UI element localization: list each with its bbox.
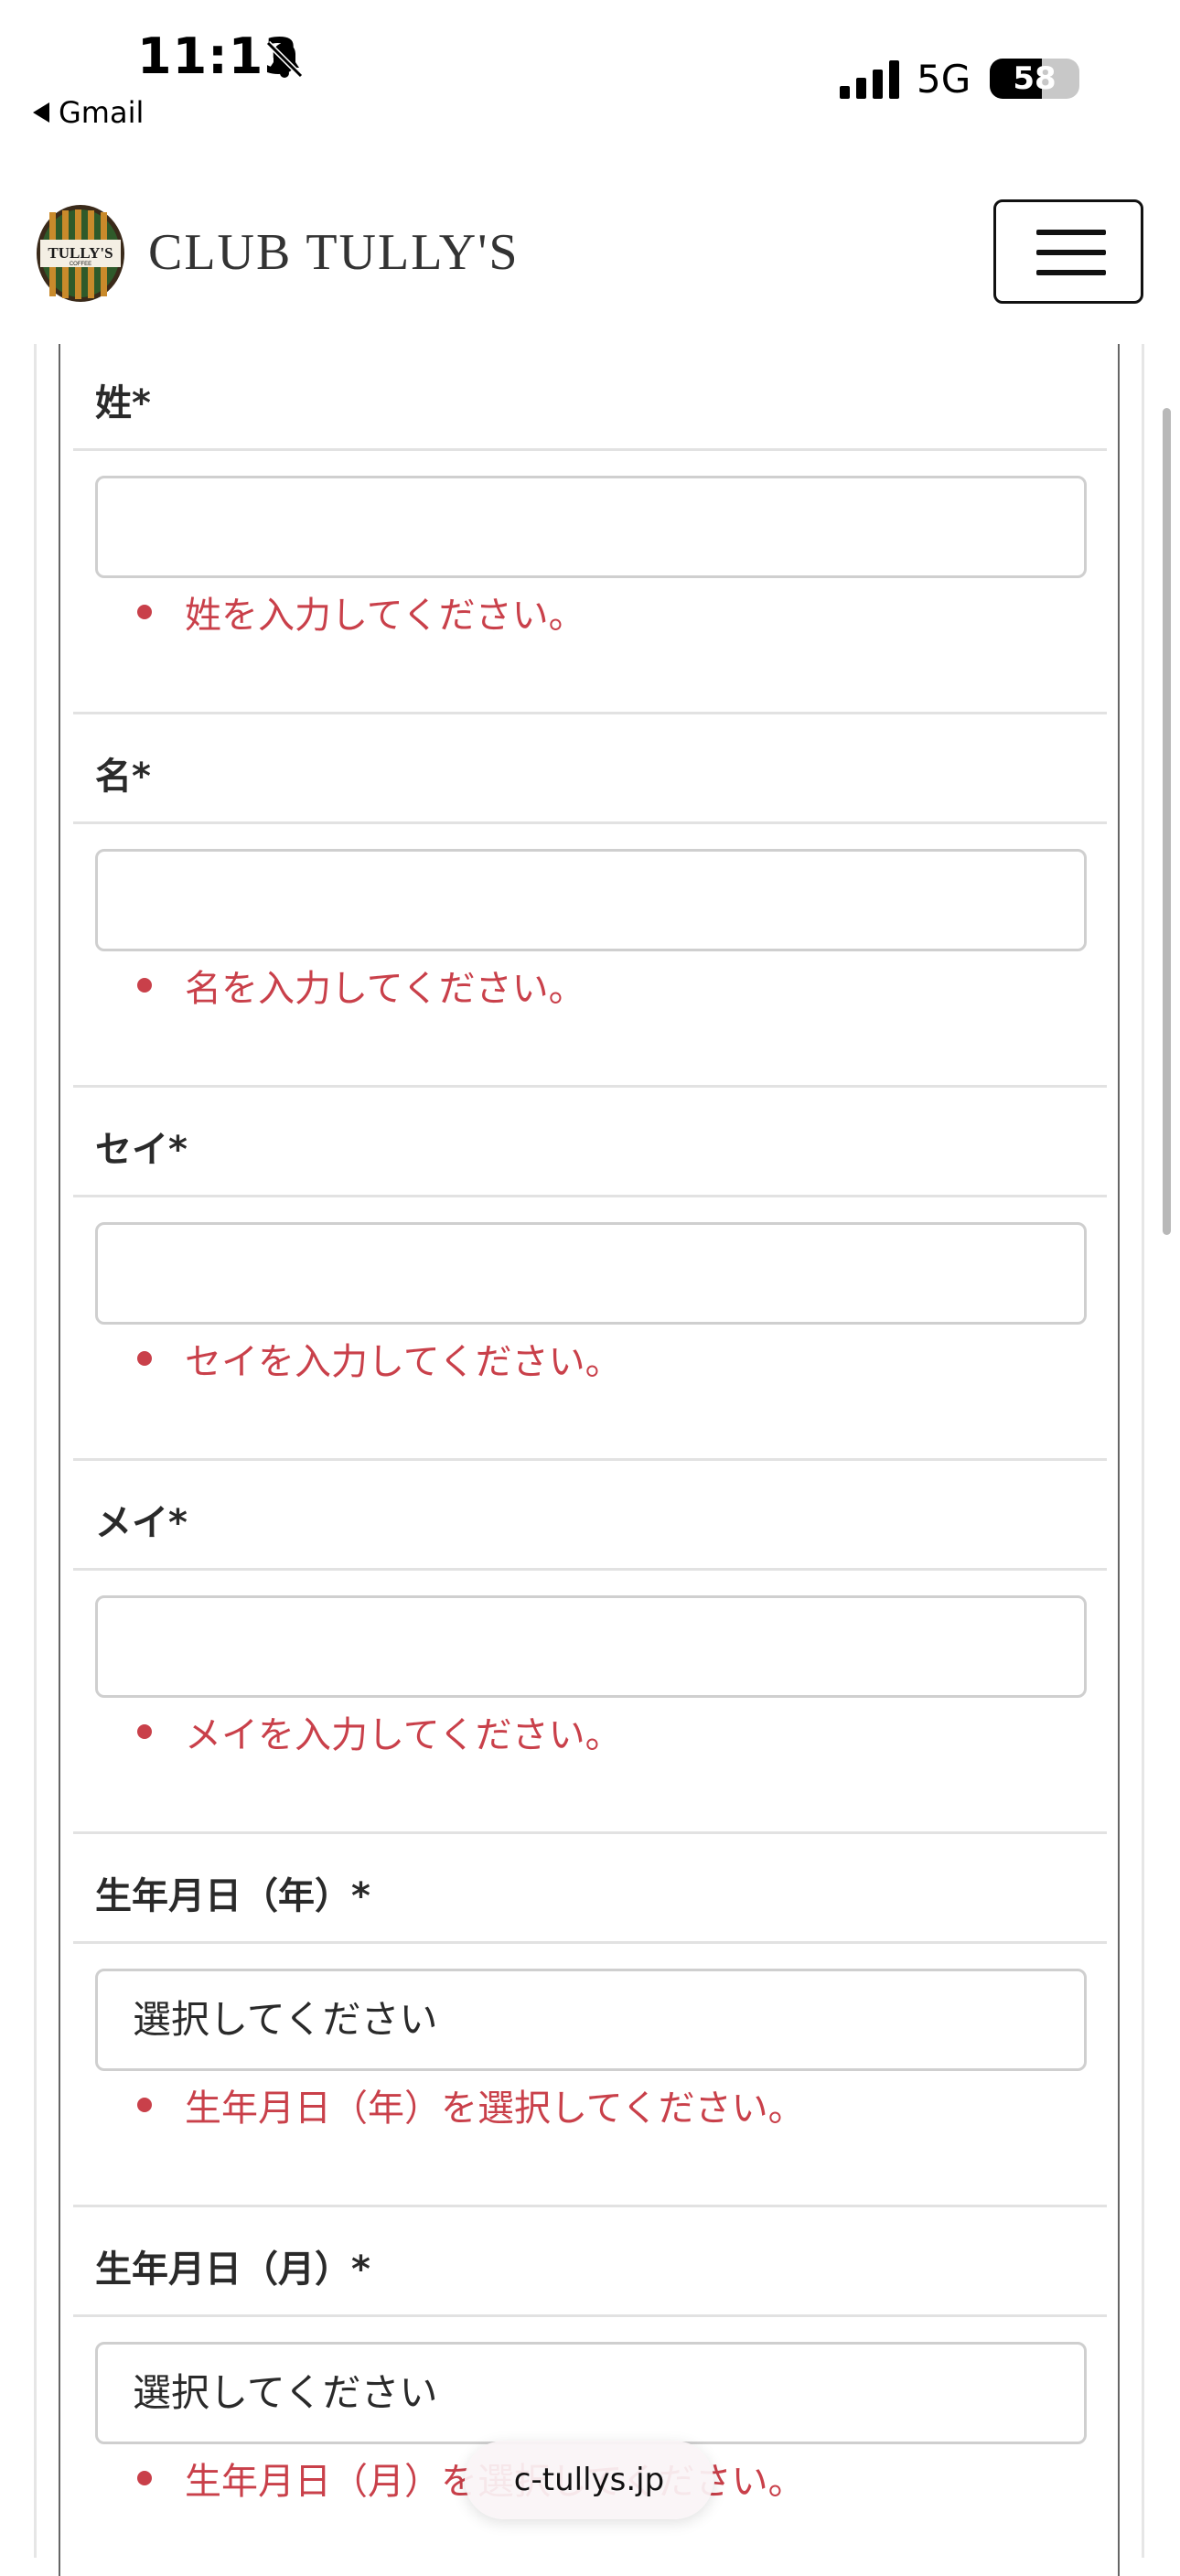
bullet-icon: [137, 1724, 152, 1739]
back-arrow-icon: [33, 102, 49, 123]
hamburger-menu-button[interactable]: [993, 199, 1143, 304]
error-message: セイを入力してください。: [137, 1332, 622, 1385]
last-name-input[interactable]: [95, 476, 1087, 578]
cellular-signal-icon: [840, 60, 899, 99]
svg-text:COFFEE: COFFEE: [70, 262, 91, 267]
field-label: 姓*: [95, 382, 151, 424]
divider: [73, 2205, 1107, 2207]
menu-bar-icon: [1036, 230, 1106, 235]
bullet-icon: [137, 2098, 152, 2112]
silent-bell-icon: [265, 40, 304, 79]
bullet-icon: [137, 978, 152, 993]
back-to-app-link[interactable]: Gmail: [33, 95, 144, 130]
error-message: 姓を入力してください。: [137, 585, 585, 639]
last-name-kana-input[interactable]: [95, 1222, 1087, 1325]
page-scrollbar[interactable]: [1163, 408, 1171, 1235]
field-label: メイ*: [95, 1502, 188, 1544]
divider: [73, 1941, 1107, 1944]
battery-percent: 58: [1013, 60, 1057, 97]
divider: [73, 1085, 1107, 1088]
bullet-icon: [137, 1351, 152, 1366]
page-border-right: [1142, 344, 1144, 2558]
bullet-icon: [137, 2471, 152, 2485]
divider: [73, 1195, 1107, 1197]
page-border-left: [34, 344, 37, 2558]
divider: [73, 1568, 1107, 1571]
error-text: 名を入力してください。: [185, 968, 585, 1010]
menu-bar-icon: [1036, 250, 1106, 255]
field-label: セイ*: [95, 1129, 188, 1171]
battery-cap: [1072, 70, 1078, 87]
back-app-label: Gmail: [59, 95, 145, 130]
error-message: 名を入力してください。: [137, 959, 585, 1012]
error-text: 姓を入力してください。: [185, 595, 585, 637]
divider: [73, 448, 1107, 451]
address-bar-url[interactable]: c-tullys.jp: [465, 2441, 713, 2519]
error-text: メイを入力してください。: [185, 1714, 622, 1756]
birth-month-select[interactable]: 選択してください: [95, 2342, 1087, 2444]
divider: [73, 1831, 1107, 1834]
menu-bar-icon: [1036, 270, 1106, 275]
field-label: 名*: [95, 756, 151, 798]
field-label: 生年月日（月）*: [95, 2249, 370, 2291]
first-name-input[interactable]: [95, 849, 1087, 951]
divider: [73, 821, 1107, 824]
error-text: 生年月日（年）を選択してください。: [185, 2088, 805, 2130]
error-message: 生年月日（年）を選択してください。: [137, 2078, 805, 2131]
error-message: メイを入力してください。: [137, 1705, 622, 1758]
network-type: 5G: [917, 57, 971, 102]
birth-year-select[interactable]: 選択してください: [95, 1969, 1087, 2071]
battery-icon: 58: [990, 59, 1079, 99]
first-name-kana-input[interactable]: [95, 1595, 1087, 1698]
divider: [73, 2314, 1107, 2317]
divider: [73, 712, 1107, 714]
field-label: 生年月日（年）*: [95, 1875, 370, 1917]
bullet-icon: [137, 605, 152, 619]
tullys-logo[interactable]: TULLY'S COFFEE: [35, 203, 126, 304]
divider: [73, 1458, 1107, 1461]
error-text: セイを入力してください。: [185, 1341, 622, 1383]
svg-text:TULLY'S: TULLY'S: [48, 244, 113, 262]
brand-title: CLUB TULLY'S: [148, 224, 520, 281]
